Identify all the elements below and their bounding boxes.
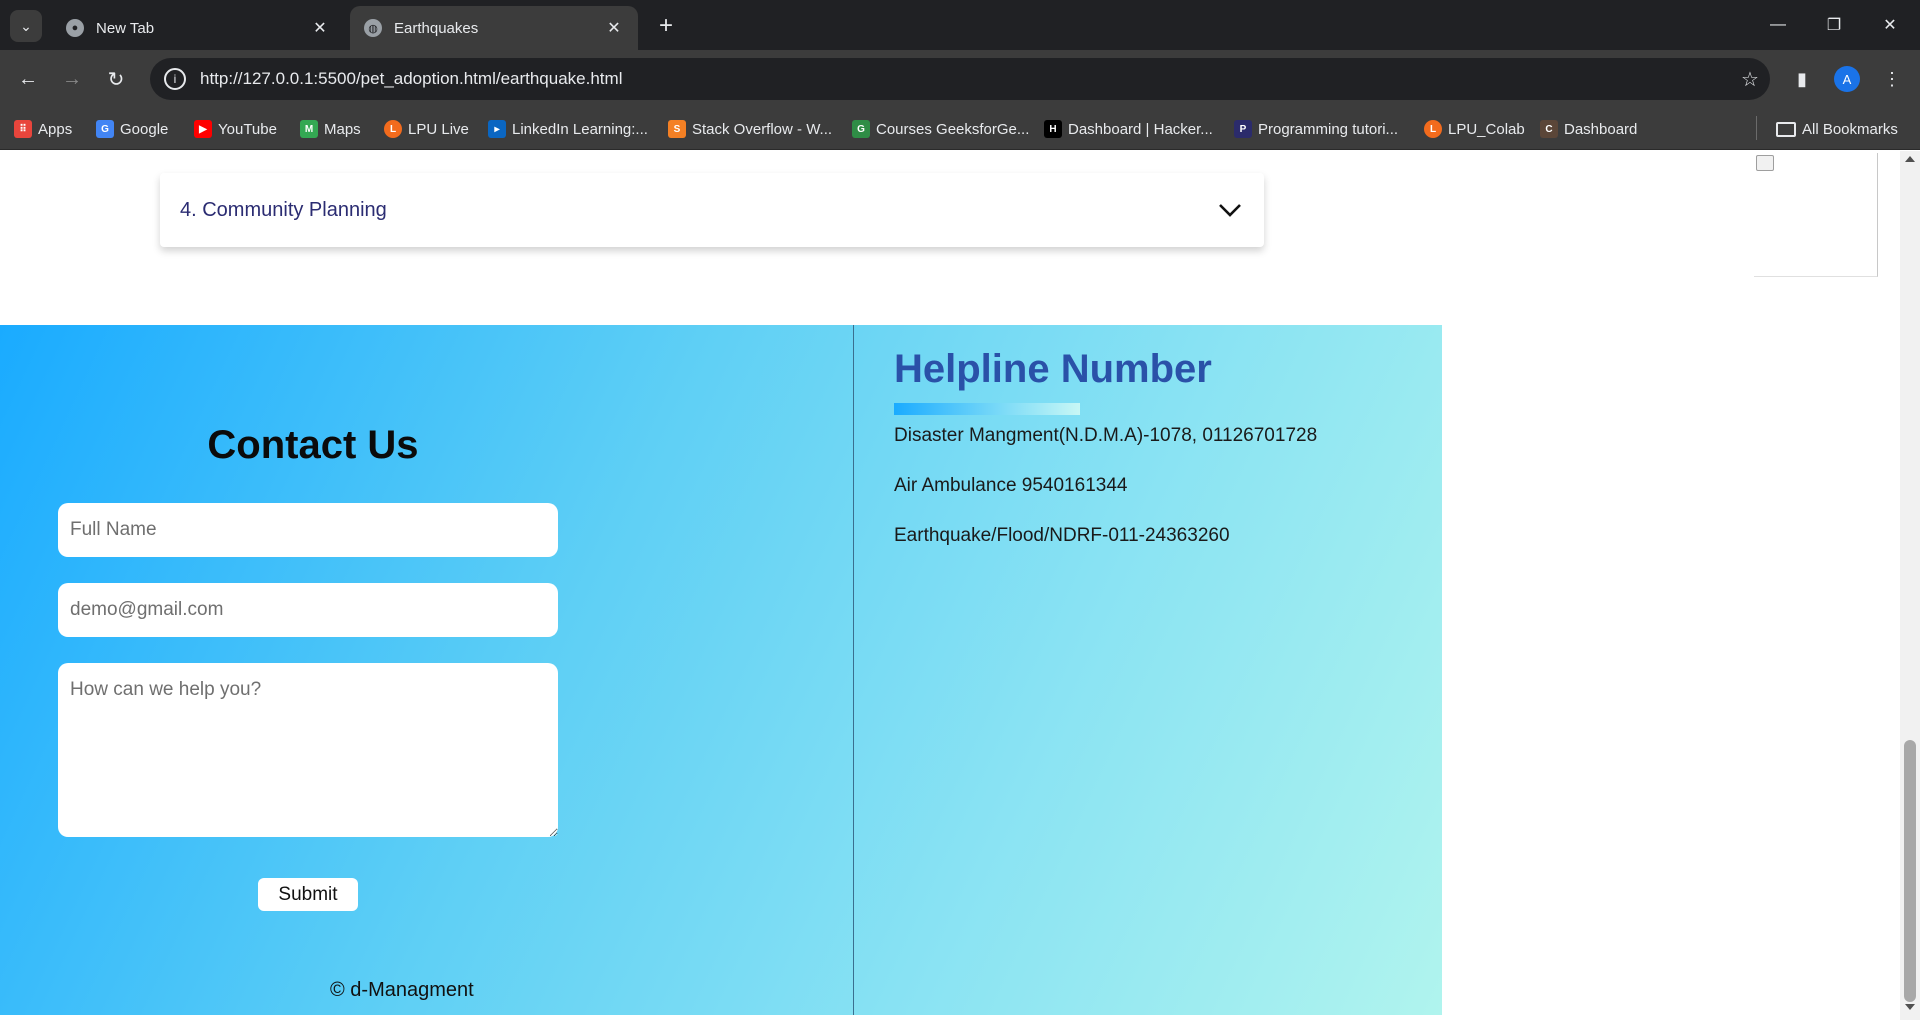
window-close-button[interactable]: ✕: [1862, 0, 1918, 50]
stackoverflow-icon: S: [668, 120, 686, 138]
linkedin-learning-icon: ▸: [488, 120, 506, 138]
minimize-icon: —: [1770, 16, 1786, 33]
menu-button[interactable]: ⋮: [1876, 63, 1908, 95]
hackerrank-icon: H: [1044, 120, 1062, 138]
tab-search-button[interactable]: ⌄: [10, 10, 42, 42]
new-tab-button[interactable]: +: [650, 10, 682, 42]
bookmark-geeksforgeeks[interactable]: G Courses GeeksforGe...: [852, 117, 1029, 141]
bookmark-label: Dashboard: [1564, 120, 1638, 138]
bookmark-label: Apps: [38, 120, 73, 138]
bookmark-label: LPU Live: [408, 120, 469, 138]
helpline-underline: [894, 403, 1080, 415]
bookmark-google[interactable]: G Google: [96, 117, 168, 141]
bookmark-linkedin-learning[interactable]: ▸ LinkedIn Learning:...: [488, 117, 648, 141]
contact-section: Contact Us Submit © d-Managment Helpline…: [0, 325, 1442, 1015]
scroll-down-arrow-icon[interactable]: [1905, 1004, 1915, 1010]
bookmark-label: LPU_Colab: [1448, 120, 1525, 138]
apps-grid-icon: ⠿: [14, 120, 32, 138]
bookmark-maps[interactable]: M Maps: [300, 117, 361, 141]
bookmark-label: Stack Overflow - W...: [692, 120, 833, 138]
address-bar[interactable]: i http://127.0.0.1:5500/pet_adoption.htm…: [150, 58, 1770, 100]
tab-new-tab[interactable]: ● New Tab ✕: [52, 6, 344, 50]
reload-button[interactable]: ↻: [100, 63, 132, 95]
browser-toolbar: ← → ↻ i http://127.0.0.1:5500/pet_adopti…: [0, 50, 1920, 108]
back-button[interactable]: ←: [12, 63, 44, 95]
forward-button[interactable]: →: [56, 63, 88, 95]
broken-image: [1754, 153, 1878, 277]
tab-title: New Tab: [96, 19, 155, 37]
tab-title: Earthquakes: [394, 19, 479, 37]
helpline-air-ambulance: Air Ambulance 9540161344: [894, 475, 1128, 496]
page-viewport: 4. Community Planning Contact Us Submit …: [0, 151, 1920, 1020]
tab-bar: ⌄ ● New Tab ✕ ◍ Earthquakes ✕ + — ❐ ✕: [0, 0, 1920, 50]
submit-button[interactable]: Submit: [258, 878, 358, 911]
geeksforgeeks-icon: G: [852, 120, 870, 138]
helpline-title: Helpline Number: [894, 347, 1212, 391]
all-bookmarks-button[interactable]: All Bookmarks: [1776, 117, 1898, 141]
bookmark-label: Courses GeeksforGe...: [876, 120, 1030, 138]
scrollbar-thumb[interactable]: [1904, 740, 1916, 1002]
youtube-icon: ▶: [194, 120, 212, 138]
kebab-menu-icon: ⋮: [1883, 68, 1901, 89]
bookmark-programming-tutorials[interactable]: P Programming tutori...: [1234, 117, 1398, 141]
bookmark-dashboard[interactable]: C Dashboard: [1540, 117, 1637, 141]
close-icon[interactable]: ✕: [604, 18, 624, 38]
bookmark-star-icon[interactable]: ☆: [1730, 67, 1770, 92]
helpline-ndrf: Earthquake/Flood/NDRF-011-24363260: [894, 525, 1230, 546]
bookmarks-bar: ⠿ Apps G Google ▶ YouTube M Maps L LPU Live ▸…: [0, 108, 1920, 150]
bookmarks-separator: [1756, 116, 1757, 140]
bookmark-apps[interactable]: ⠿ Apps: [14, 117, 72, 141]
globe-icon: ◍: [364, 19, 382, 37]
plus-icon: +: [658, 12, 673, 39]
email-input[interactable]: [58, 583, 558, 637]
scroll-up-arrow-icon[interactable]: [1905, 156, 1915, 162]
minimize-button[interactable]: —: [1750, 0, 1806, 50]
bookmark-lpu-live[interactable]: L LPU Live: [384, 117, 469, 141]
bookmark-label: YouTube: [218, 120, 277, 138]
bookmark-lpu-colab[interactable]: L LPU_Colab: [1424, 117, 1525, 141]
codechef-icon: C: [1540, 120, 1558, 138]
google-icon: G: [96, 120, 114, 138]
folder-icon: [1776, 121, 1796, 137]
tab-earthquakes[interactable]: ◍ Earthquakes ✕: [350, 6, 638, 50]
close-icon: ✕: [1883, 17, 1897, 34]
arrow-left-icon: ←: [18, 67, 38, 90]
chevron-down-icon: ⌄: [20, 17, 32, 34]
site-info-icon[interactable]: i: [164, 68, 186, 90]
restore-button[interactable]: ❐: [1806, 0, 1862, 50]
maps-icon: M: [300, 120, 318, 138]
bookmark-stack-overflow[interactable]: S Stack Overflow - W...: [668, 117, 832, 141]
accordion-item-community-planning[interactable]: 4. Community Planning: [160, 173, 1264, 247]
arrow-right-icon: →: [62, 67, 82, 90]
side-panel-button[interactable]: ▮: [1786, 63, 1818, 95]
profile-avatar[interactable]: A: [1834, 66, 1860, 92]
copyright-text: © d-Managment: [330, 979, 474, 1001]
contact-title: Contact Us: [207, 423, 419, 467]
reload-icon: ↻: [107, 68, 125, 91]
bookmark-label: LinkedIn Learning:...: [512, 120, 648, 138]
lpu-colab-icon: L: [1424, 120, 1442, 138]
programming-icon: P: [1234, 120, 1252, 138]
bookmark-label: Programming tutori...: [1258, 120, 1399, 138]
bookmark-label: Dashboard | Hacker...: [1068, 120, 1213, 138]
restore-icon: ❐: [1826, 17, 1842, 34]
bookmark-hackerrank[interactable]: H Dashboard | Hacker...: [1044, 117, 1213, 141]
all-bookmarks-label: All Bookmarks: [1802, 120, 1898, 138]
bookmark-label: Maps: [324, 120, 361, 138]
bookmark-youtube[interactable]: ▶ YouTube: [194, 117, 277, 141]
chevron-down-icon[interactable]: [1216, 196, 1244, 224]
close-icon[interactable]: ✕: [310, 18, 330, 38]
side-panel-icon: ▮: [1797, 68, 1807, 89]
url-text[interactable]: http://127.0.0.1:5500/pet_adoption.html/…: [200, 69, 1730, 89]
helpline-ndma: Disaster Mangment(N.D.M.A)-1078, 0112670…: [894, 425, 1318, 446]
section-divider: [853, 325, 854, 1015]
chrome-icon: ●: [66, 19, 84, 37]
message-textarea[interactable]: [58, 663, 558, 837]
lpu-live-icon: L: [384, 120, 402, 138]
accordion-title: 4. Community Planning: [180, 198, 387, 221]
bookmark-label: Google: [120, 120, 169, 138]
broken-image-icon: [1756, 155, 1774, 171]
full-name-input[interactable]: [58, 503, 558, 557]
